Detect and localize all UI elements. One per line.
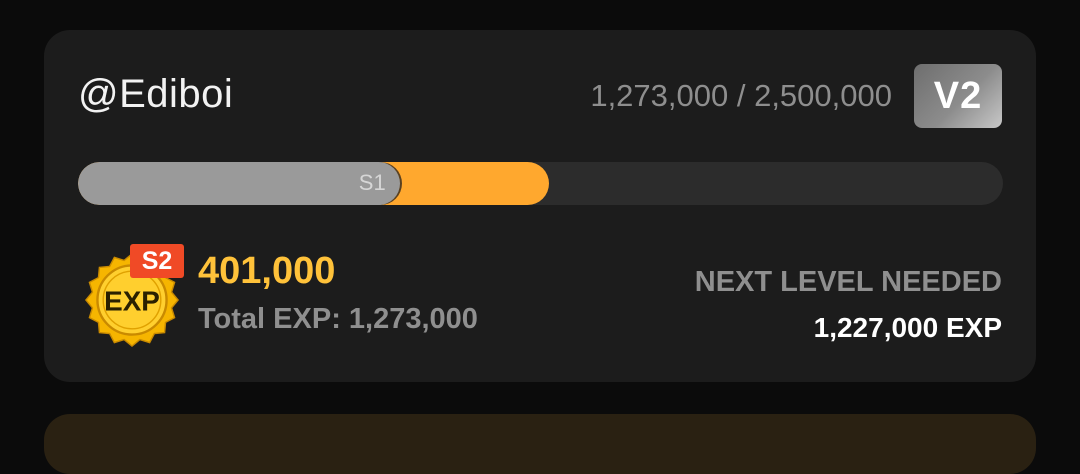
next-card-partial (44, 414, 1036, 474)
level-badge: V2 (914, 64, 1002, 128)
total-exp-text: Total EXP: 1,273,000 (198, 303, 478, 335)
season-tag: S2 (130, 244, 184, 278)
username: @Ediboi (78, 72, 234, 116)
previous-season-label: S1 (358, 170, 386, 195)
level-progress-bar: S1 (78, 162, 1003, 205)
previous-season-fill: S1 (78, 162, 400, 205)
exp-coin-text: EXP (104, 286, 160, 317)
exp-level-card: @Ediboi 1,273,000 / 2,500,000 V2 S1 EXP … (44, 30, 1036, 382)
next-level-title: NEXT LEVEL NEEDED (694, 266, 1002, 298)
season-exp-value: 401,000 (198, 250, 336, 292)
next-level-value: 1,227,000 EXP (813, 312, 1002, 343)
exp-progress-text: 1,273,000 / 2,500,000 (590, 78, 892, 113)
